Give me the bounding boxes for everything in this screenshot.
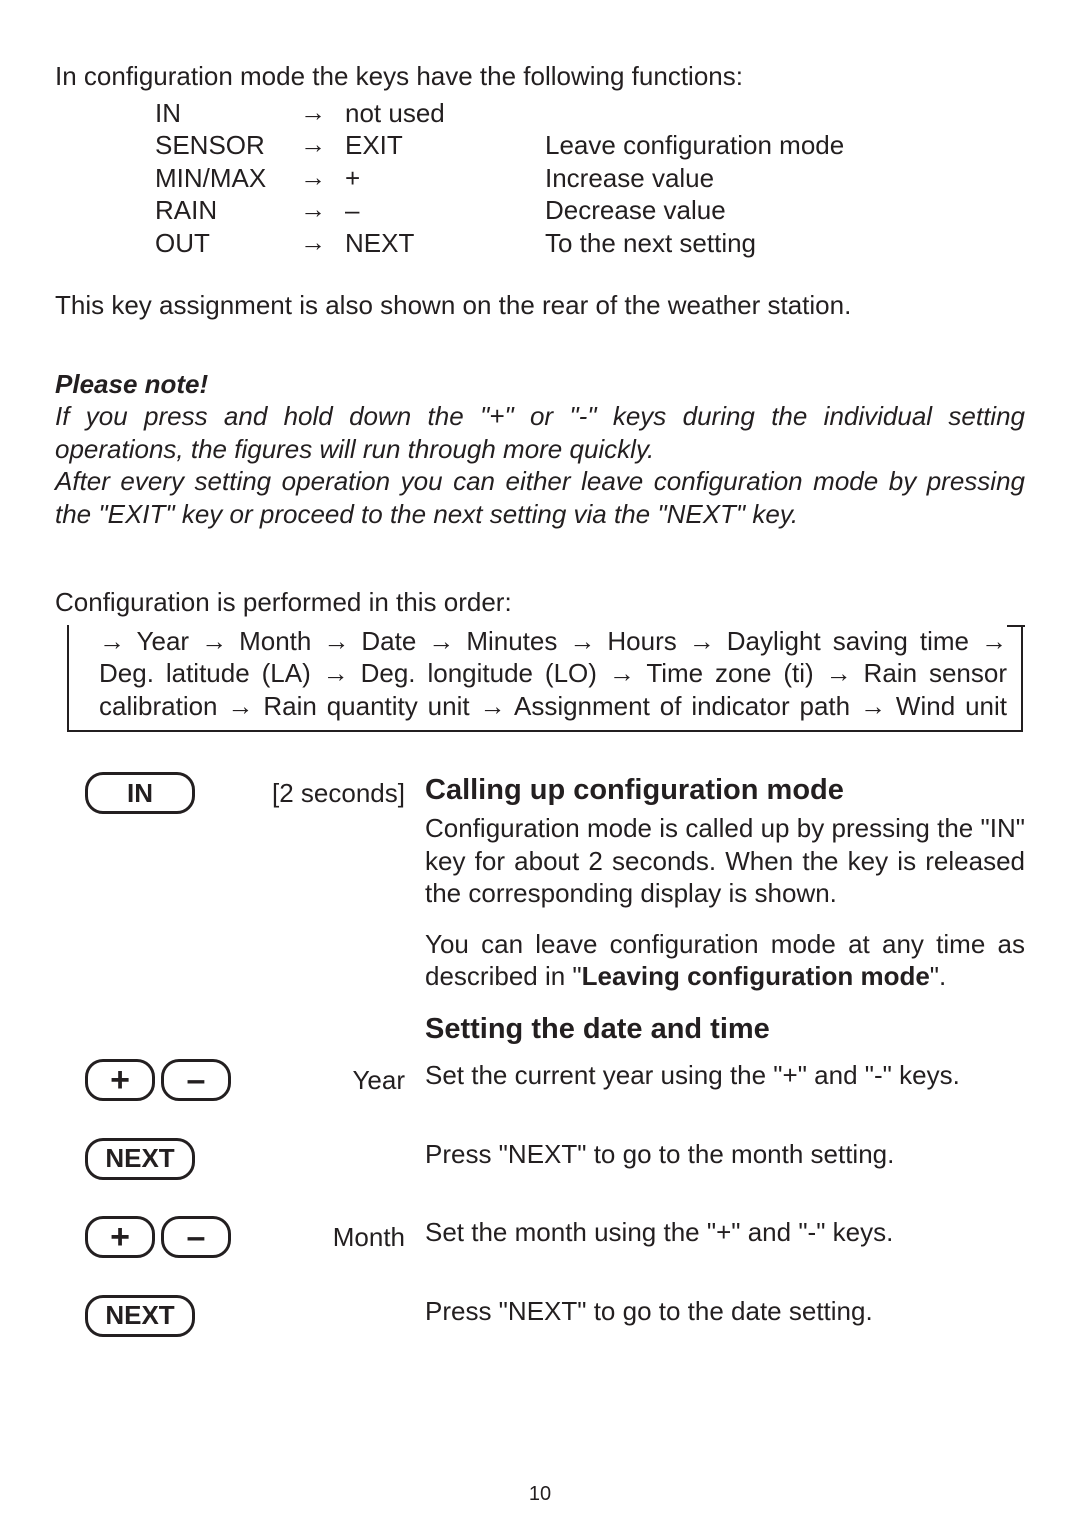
key-func: NEXT	[345, 227, 545, 260]
key-desc: Increase value	[545, 162, 714, 195]
minus-button[interactable]: –	[161, 1216, 231, 1258]
key-func: not used	[345, 97, 545, 130]
next-button[interactable]: NEXT	[85, 1295, 195, 1337]
datetime-heading: Setting the date and time	[425, 1011, 1025, 1047]
key-func: –	[345, 194, 545, 227]
plus-button[interactable]: +	[85, 1216, 155, 1258]
key-row: OUT → NEXT To the next setting	[155, 227, 1025, 260]
key-desc: Leave configuration mode	[545, 129, 844, 162]
arrow-right-icon: →	[300, 161, 345, 194]
please-note-section: Please note! If you press and hold down …	[55, 368, 1025, 531]
calling-up-p2: You can leave configuration mode at any …	[425, 928, 1025, 993]
key-row: IN → not used	[155, 97, 1025, 130]
key-name: IN	[155, 97, 300, 130]
next-button[interactable]: NEXT	[85, 1138, 195, 1180]
calling-up-p2-bold: Leaving configuration mode	[582, 961, 930, 991]
key-row: RAIN → – Decrease value	[155, 194, 1025, 227]
next-date-text: Press "NEXT" to go to the date setting.	[425, 1295, 1025, 1328]
config-order-section: Configuration is performed in this order…	[55, 586, 1025, 732]
key-row: MIN/MAX → + Increase value	[155, 162, 1025, 195]
please-note-body1: If you press and hold down the "+" or "-…	[55, 400, 1025, 465]
month-label: Month	[265, 1221, 425, 1254]
year-text: Set the current year using the "+" and "…	[425, 1059, 1025, 1092]
rear-note: This key assignment is also shown on the…	[55, 289, 1025, 322]
key-row: SENSOR → EXIT Leave configuration mode	[155, 129, 1025, 162]
key-name: MIN/MAX	[155, 162, 300, 195]
month-text: Set the month using the "+" and "-" keys…	[425, 1216, 1025, 1249]
calling-up-heading: Calling up configuration mode	[425, 772, 1025, 808]
key-function-table: IN → not used SENSOR → EXIT Leave config…	[155, 97, 1025, 260]
key-name: RAIN	[155, 194, 300, 227]
config-order-intro: Configuration is performed in this order…	[55, 586, 1025, 619]
key-func: +	[345, 162, 545, 195]
key-name: OUT	[155, 227, 300, 260]
in-button[interactable]: IN	[85, 772, 195, 814]
plus-button[interactable]: +	[85, 1059, 155, 1101]
please-note-body2: After every setting operation you can ei…	[55, 465, 1025, 530]
page-number: 10	[0, 1482, 1080, 1507]
key-desc: Decrease value	[545, 194, 726, 227]
key-desc: To the next setting	[545, 227, 756, 260]
key-name: SENSOR	[155, 129, 300, 162]
arrow-right-icon: →	[300, 226, 345, 259]
flow-line: → Year → Month → Date → Minutes → Hours …	[99, 625, 1007, 658]
flow-line: calibration → Rain quantity unit → Assig…	[99, 690, 1007, 723]
flow-line: Deg. latitude (LA) → Deg. longitude (LO)…	[99, 657, 1007, 690]
year-label: Year	[265, 1064, 425, 1097]
please-note-heading: Please note!	[55, 368, 1025, 401]
next-month-text: Press "NEXT" to go to the month setting.	[425, 1138, 1025, 1171]
arrow-right-icon: →	[300, 96, 345, 129]
arrow-right-icon: →	[300, 193, 345, 226]
key-func: EXIT	[345, 129, 545, 162]
calling-up-p2-post: ".	[930, 961, 946, 991]
two-seconds-label: [2 seconds]	[265, 777, 425, 810]
intro-text: In configuration mode the keys have the …	[55, 60, 1025, 93]
config-flow-box: → Year → Month → Date → Minutes → Hours …	[67, 625, 1023, 733]
minus-button[interactable]: –	[161, 1059, 231, 1101]
arrow-right-icon: →	[300, 128, 345, 161]
calling-up-p1: Configuration mode is called up by press…	[425, 812, 1025, 910]
